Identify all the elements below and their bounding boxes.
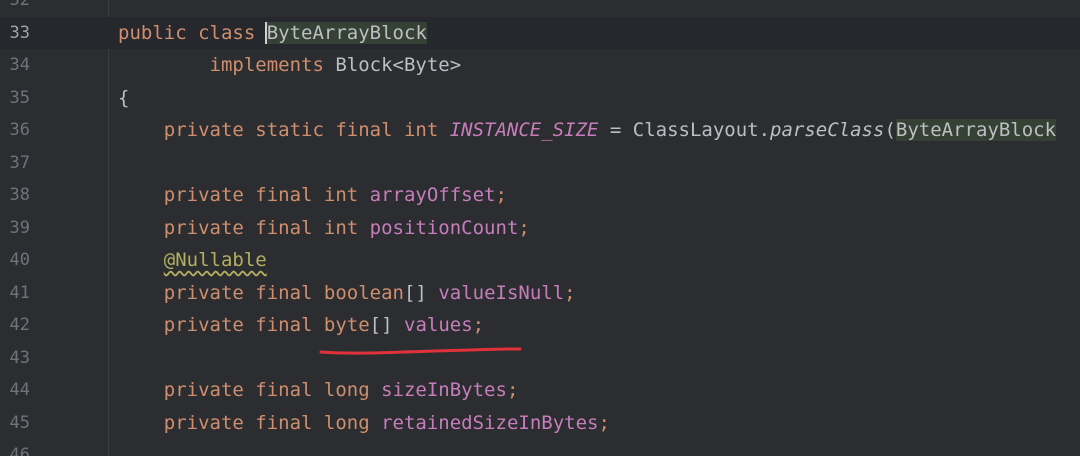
line-number: 33 <box>9 22 30 43</box>
line-number: 39 <box>9 217 30 238</box>
code-token: parseClass <box>770 119 885 141</box>
code-line[interactable]: 35 { <box>0 82 1080 115</box>
code-text[interactable]: implements Block<Byte> <box>118 49 462 82</box>
line-number: 43 <box>9 347 30 368</box>
code-token: valueIsNull <box>438 281 565 304</box>
code-token: ByteArrayBlock <box>895 119 1057 141</box>
code-token: INSTANCE_SIZE <box>449 119 599 141</box>
code-text[interactable]: private static final int INSTANCE_SIZE =… <box>118 114 1057 147</box>
code-token: values <box>404 314 473 336</box>
code-line[interactable]: 44 private final long sizeInBytes; <box>0 374 1080 407</box>
code-line[interactable]: 46 <box>0 439 1080 456</box>
code-token: sizeInBytes <box>381 379 507 401</box>
code-token: B <box>264 21 279 44</box>
line-number: 38 <box>9 185 30 205</box>
code-token: private final long <box>118 411 382 434</box>
code-line[interactable]: 32 <box>0 0 1080 17</box>
code-token: arrayOffset <box>369 184 496 206</box>
code-token: { <box>118 86 130 109</box>
code-token: = ClassLayout. <box>598 119 771 141</box>
line-number: 34 <box>9 55 30 75</box>
code-text[interactable]: private final boolean[] valueIsNull; <box>118 277 576 310</box>
code-line[interactable]: 39 private final int positionCount; <box>0 212 1080 245</box>
line-number: 44 <box>9 380 30 400</box>
code-token: Block<Byte> <box>335 54 462 76</box>
code-line[interactable]: 42 private final byte[] values; <box>0 309 1080 342</box>
code-token: ; <box>518 216 530 239</box>
code-token: private final int <box>118 216 370 239</box>
code-text[interactable]: private final long sizeInBytes; <box>118 374 519 407</box>
code-token: ; <box>506 379 519 401</box>
code-token: yteArrayBlock <box>278 21 427 44</box>
line-number: 36 <box>9 120 30 140</box>
code-token: ; <box>564 281 576 304</box>
code-token: ; <box>598 411 610 434</box>
line-number: 37 <box>9 152 30 173</box>
line-number: 45 <box>9 412 30 433</box>
line-number: 35 <box>9 87 30 108</box>
code-line[interactable]: 33 public class ByteArrayBlock <box>0 16 1080 50</box>
code-token: positionCount <box>369 216 519 239</box>
code-line[interactable]: 40 @Nullable <box>0 244 1080 277</box>
code-line[interactable]: 41 private final boolean[] valueIsNull; <box>0 277 1080 310</box>
code-token: public class <box>118 21 267 44</box>
code-token: ; <box>495 184 507 206</box>
code-token: implements <box>118 54 336 76</box>
code-line[interactable]: 36 private static final int INSTANCE_SIZ… <box>0 114 1080 147</box>
code-text[interactable]: private final int arrayOffset; <box>118 179 507 212</box>
code-token: retainedSizeInBytes <box>381 411 599 434</box>
code-line[interactable]: 38 private final int arrayOffset; <box>0 179 1080 212</box>
code-token: private static final int <box>118 119 450 141</box>
code-token: ; <box>472 314 485 336</box>
code-token: [] <box>403 281 439 304</box>
code-line[interactable]: 34 implements Block<Byte> <box>0 49 1080 82</box>
code-text[interactable]: private final long retainedSizeInBytes; <box>118 407 610 440</box>
code-text[interactable]: public class ByteArrayBlock <box>118 17 427 50</box>
line-number: 40 <box>9 250 30 270</box>
code-token: private final byte <box>118 314 370 336</box>
code-token: [] <box>369 314 404 336</box>
code-token: private final long <box>118 379 382 401</box>
code-editor[interactable]: 32 33 public class ByteArrayBlock 34 implem… <box>0 0 1080 456</box>
code-line[interactable]: 45 private final long retainedSizeInByte… <box>0 407 1080 440</box>
code-token: private final boolean <box>118 281 404 304</box>
line-number: 46 <box>9 445 30 456</box>
code-token: private final int <box>118 184 370 206</box>
line-number: 32 <box>9 0 30 10</box>
code-text[interactable]: private final byte[] values; <box>118 309 484 342</box>
code-token: ( <box>884 119 896 141</box>
line-number: 41 <box>9 282 30 303</box>
code-text[interactable]: @Nullable <box>118 244 267 277</box>
code-token: @Nullable <box>163 249 267 271</box>
code-line[interactable]: 43 <box>0 342 1080 375</box>
code-text[interactable]: private final int positionCount; <box>118 212 530 245</box>
line-number: 42 <box>9 315 30 335</box>
code-line[interactable]: 37 <box>0 147 1080 180</box>
code-text[interactable]: { <box>118 82 129 115</box>
